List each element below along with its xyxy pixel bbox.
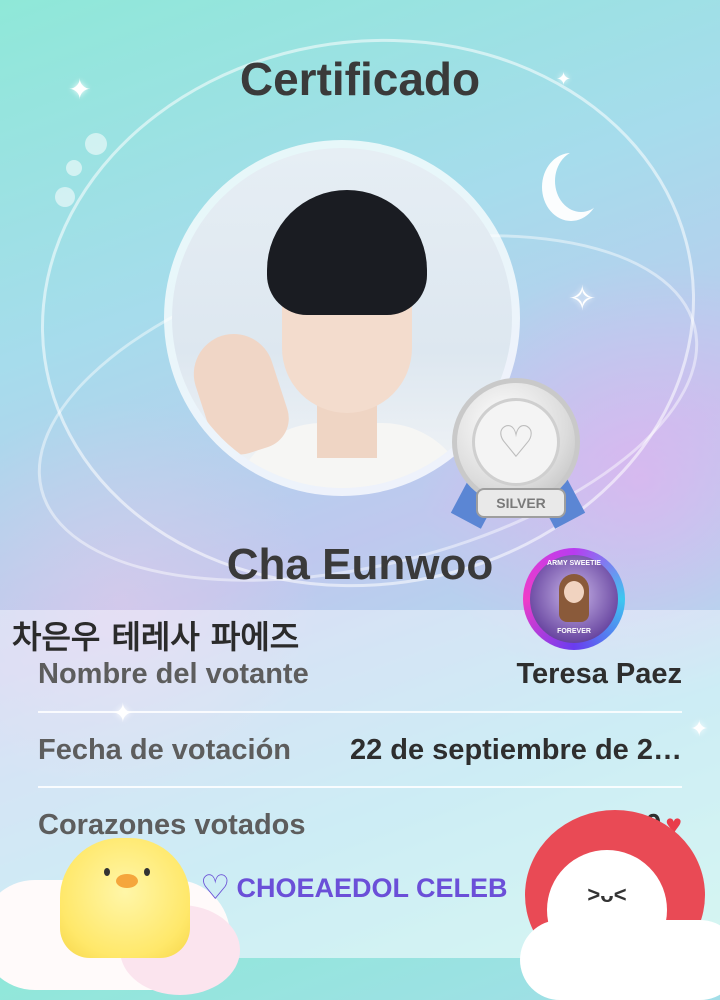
decor-bubble (85, 133, 107, 155)
korean-caption: 차은우 테레사 파에즈 (12, 618, 300, 656)
certificate-title: Certificado (239, 53, 481, 105)
chick-beak (116, 874, 138, 888)
voter-name-label: Nombre del votante (38, 657, 309, 690)
avatar-top-text: ARMY SWEETIE (547, 560, 601, 567)
voter-name-value: Teresa Paez (516, 657, 682, 690)
medal-heart-icon: ♡ (472, 398, 560, 486)
portrait-hair (267, 190, 427, 315)
brand-logo: ♡ CHOEAEDOL CELEB (200, 868, 530, 908)
moon-icon (555, 150, 607, 212)
chick-mascot-icon (60, 838, 190, 958)
vote-date-row: Fecha de votación 22 de septiembre de 2… (38, 730, 682, 770)
medal-tier-label: SILVER (476, 488, 566, 518)
silver-medal: ♡ SILVER (448, 378, 588, 529)
avatar-figure-face (564, 581, 584, 603)
decor-bubble (66, 160, 82, 176)
chick-eye (144, 868, 150, 876)
avatar-bottom-text: FOREVER (557, 628, 591, 635)
decor-bubble (55, 187, 75, 207)
vote-date-value: 22 de septiembre de 2… (349, 733, 682, 766)
brand-name: CHOEAEDOL CELEB (236, 872, 508, 903)
brand-heart-icon: ♡ (200, 869, 231, 907)
cloud-decoration-right (520, 920, 720, 1000)
row-divider (38, 711, 682, 713)
vote-date-label: Fecha de votación (38, 733, 292, 766)
voter-name-row: Nombre del votante Teresa Paez (38, 654, 682, 694)
avatar-badge-icon[interactable]: ARMY SWEETIE FOREVER (523, 548, 625, 650)
row-divider (38, 786, 682, 788)
hearts-voted-label: Corazones votados (38, 808, 306, 841)
chick-eye (104, 868, 110, 876)
sparkle-icon: ✧ (568, 280, 597, 318)
